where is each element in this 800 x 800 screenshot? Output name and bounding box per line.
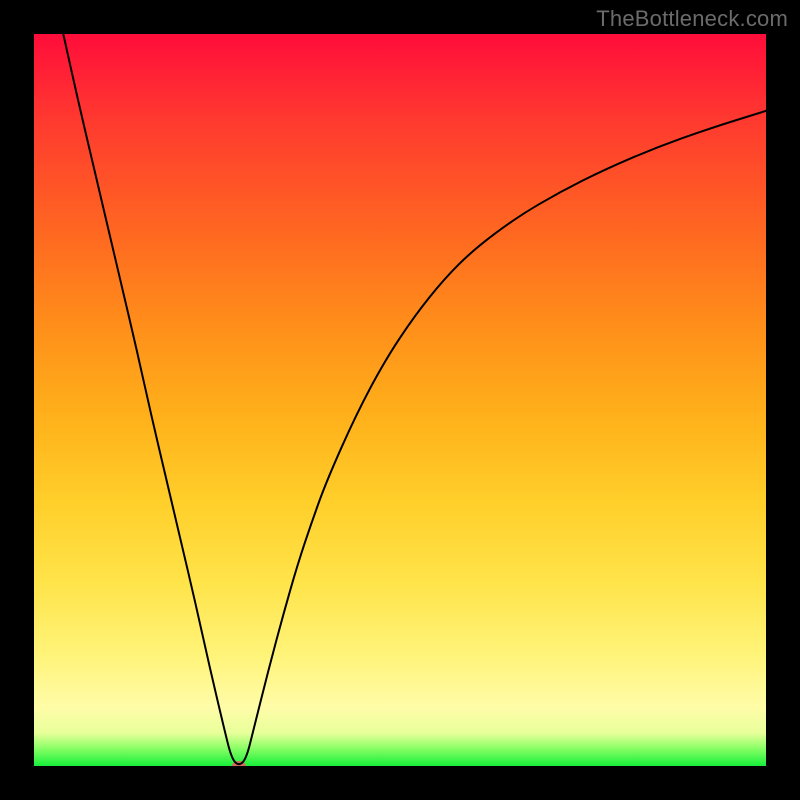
chart-frame: TheBottleneck.com	[0, 0, 800, 800]
watermark-text: TheBottleneck.com	[596, 6, 788, 32]
bottleneck-curve	[63, 34, 766, 764]
chart-svg	[34, 34, 766, 766]
plot-area	[34, 34, 766, 766]
